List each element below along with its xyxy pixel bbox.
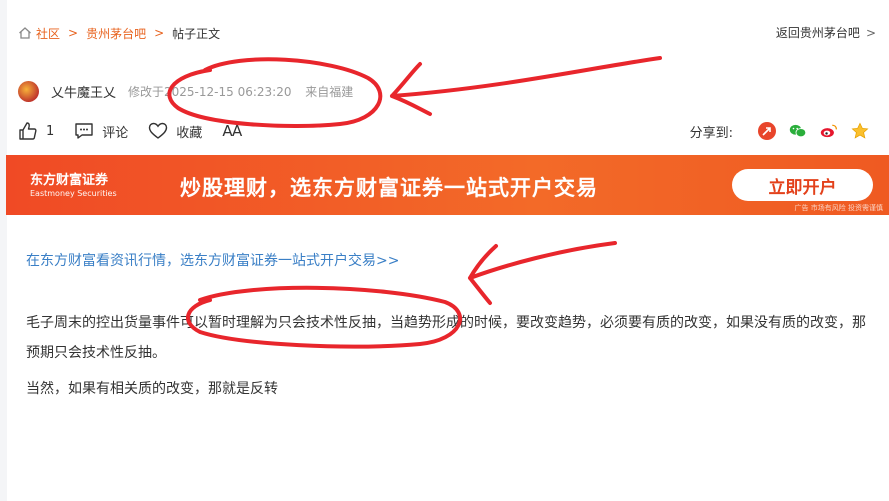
heart-icon: [149, 122, 168, 139]
ad-risk-note: 广告 市场有风险 投资需谨慎: [794, 204, 883, 212]
like-count: 1: [46, 123, 55, 139]
breadcrumb-current: 帖子正文: [172, 26, 221, 41]
chevron-right-icon: >: [865, 25, 876, 40]
qzone-icon[interactable]: [851, 122, 869, 140]
favorite-button[interactable]: 收藏: [148, 122, 202, 141]
breadcrumb-community[interactable]: 社区: [36, 25, 60, 42]
breadcrumb-guizhou-moutai-bar[interactable]: 贵州茅台吧: [86, 25, 146, 42]
modified-time: 修改于2025-12-15 06:23:20: [128, 84, 292, 99]
breadcrumb: 社区 > 贵州茅台吧 > 帖子正文: [18, 24, 220, 42]
like-button[interactable]: 1: [18, 121, 54, 141]
author-row: 乂牛魔王乂 修改于2025-12-15 06:23:20 来自福建: [18, 80, 363, 102]
post-location: 来自福建: [305, 84, 354, 99]
home-icon: [19, 27, 31, 39]
share-bar: 分享到:: [690, 120, 869, 142]
post-body: 毛子周末的控出货量事件可以暂时理解为只会技术性反抽，当趋势形成的时候，要改变趋势…: [26, 308, 871, 410]
tencent-weibo-icon[interactable]: [758, 122, 776, 140]
logo-en-text: Eastmoney Securities: [30, 189, 117, 198]
wechat-icon[interactable]: [789, 122, 807, 140]
banner-slogan: 炒股理财，选东方财富证券一站式开户交易: [180, 176, 598, 200]
back-link-label: 返回贵州茅台吧: [775, 26, 860, 40]
logo-cn-text: 东方财富证券: [30, 173, 109, 188]
favorite-label: 收藏: [176, 125, 203, 141]
comment-icon: [75, 123, 93, 139]
post-paragraph: 当然，如果有相关质的改变，那就是反转: [26, 381, 278, 397]
sina-weibo-icon[interactable]: [820, 122, 838, 140]
avatar[interactable]: [18, 80, 39, 102]
post-meta: 修改于2025-12-15 06:23:20 来自福建: [128, 83, 363, 100]
action-bar: 1 评论 收藏 AA: [18, 120, 261, 142]
share-label: 分享到:: [689, 125, 733, 141]
chevron-right-icon: >: [154, 26, 165, 40]
comment-button[interactable]: 评论: [74, 122, 128, 141]
ad-banner[interactable]: 东方财富证券 Eastmoney Securities 炒股理财，选东方财富证券…: [6, 155, 889, 215]
comment-label: 评论: [102, 125, 129, 141]
promo-link[interactable]: 在东方财富看资讯行情，选东方财富证券一站式开户交易>>: [26, 250, 399, 270]
author-name[interactable]: 乂牛魔王乂: [51, 82, 116, 101]
post-paragraph: 毛子周末的控出货量事件可以暂时理解为只会技术性反抽，当趋势形成的时候，要改变趋势…: [26, 315, 866, 361]
eastmoney-securities-logo: 东方财富证券 Eastmoney Securities: [30, 169, 117, 198]
font-size-button[interactable]: AA: [222, 122, 242, 140]
open-account-button[interactable]: 立即开户: [732, 169, 873, 201]
thumbs-up-icon: [19, 122, 37, 140]
back-to-bar-link[interactable]: 返回贵州茅台吧 >: [776, 24, 876, 41]
font-size-icon: AA: [222, 122, 242, 140]
chevron-right-icon: >: [68, 26, 79, 40]
